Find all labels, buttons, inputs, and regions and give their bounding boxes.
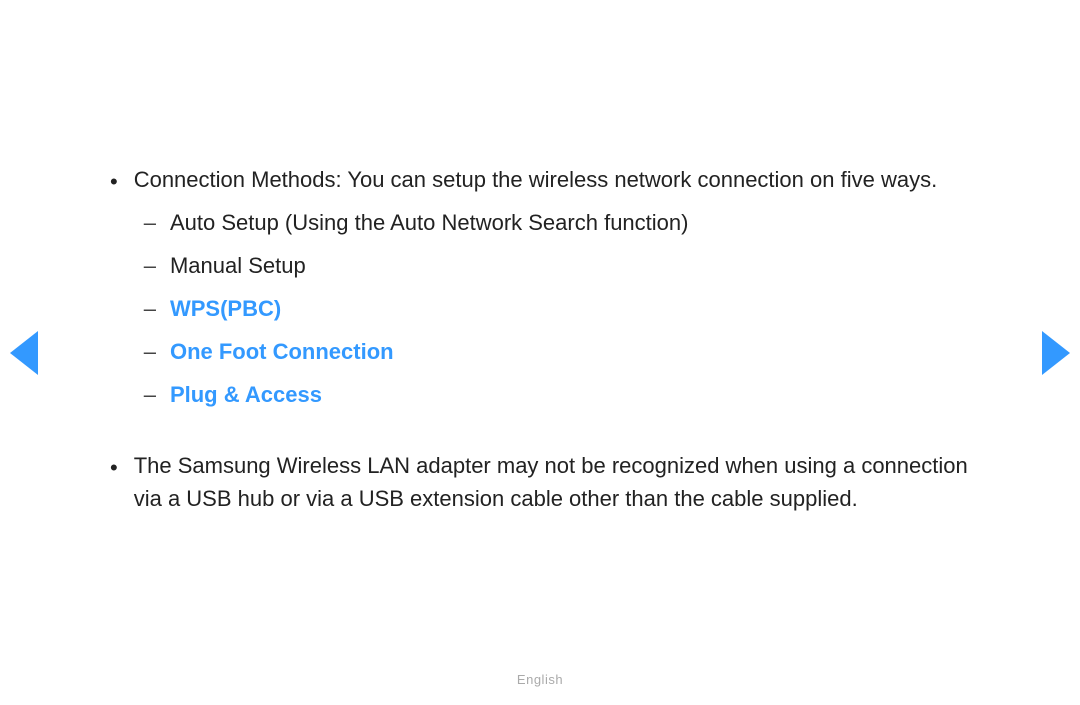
list-item: • The Samsung Wireless LAN adapter may n…	[110, 449, 970, 515]
main-content: • Connection Methods: You can setup the …	[110, 133, 970, 573]
one-foot-connection-text[interactable]: One Foot Connection	[170, 335, 970, 368]
bullet-icon: •	[110, 165, 118, 198]
list-item: • Connection Methods: You can setup the …	[110, 163, 970, 421]
dash-icon: –	[144, 206, 156, 239]
sub-list: – Auto Setup (Using the Auto Network Sea…	[144, 206, 970, 411]
dash-icon: –	[144, 249, 156, 282]
wps-pbc-text[interactable]: WPS(PBC)	[170, 292, 970, 325]
dash-icon: –	[144, 378, 156, 411]
language-label: English	[517, 672, 563, 687]
bullet-text: Connection Methods: You can setup the wi…	[134, 163, 970, 421]
plug-access-text[interactable]: Plug & Access	[170, 378, 970, 411]
connection-methods-text: Connection Methods: You can setup the wi…	[134, 167, 937, 192]
list-item: – Plug & Access	[144, 378, 970, 411]
list-item: – One Foot Connection	[144, 335, 970, 368]
main-list: • Connection Methods: You can setup the …	[110, 163, 970, 515]
samsung-wireless-text: The Samsung Wireless LAN adapter may not…	[134, 449, 970, 515]
bullet-icon: •	[110, 451, 118, 484]
dash-icon: –	[144, 335, 156, 368]
dash-icon: –	[144, 292, 156, 325]
list-item: – Auto Setup (Using the Auto Network Sea…	[144, 206, 970, 239]
auto-setup-text: Auto Setup (Using the Auto Network Searc…	[170, 206, 970, 239]
list-item: – WPS(PBC)	[144, 292, 970, 325]
list-item: – Manual Setup	[144, 249, 970, 282]
content-area: • Connection Methods: You can setup the …	[0, 0, 1080, 705]
manual-setup-text: Manual Setup	[170, 249, 970, 282]
